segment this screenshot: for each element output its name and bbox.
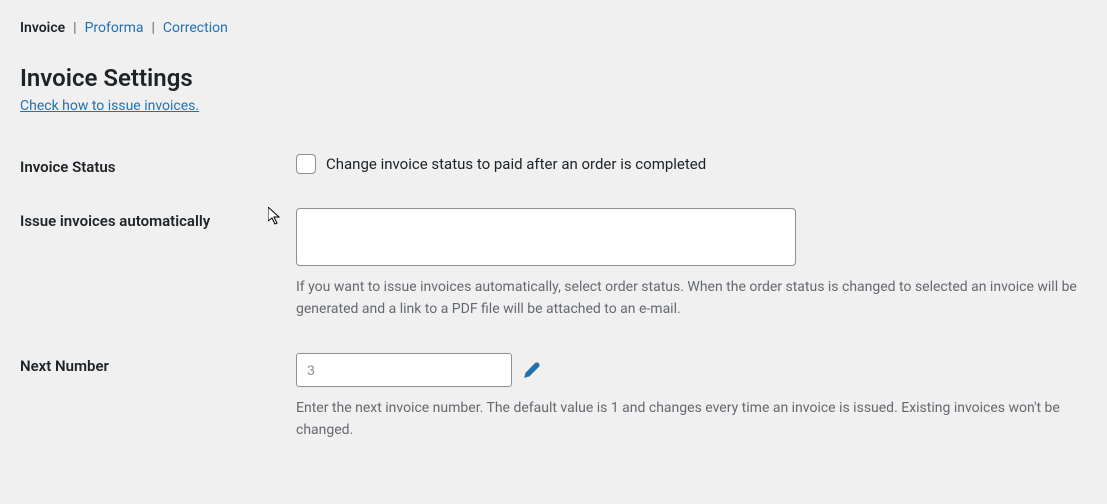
row-invoice-status: Invoice Status Change invoice status to … [20,154,1087,176]
help-link[interactable]: Check how to issue invoices. [20,98,199,114]
desc-issue-auto: If you want to issue invoices automatica… [296,276,1087,321]
field-invoice-status: Change invoice status to paid after an o… [296,154,1087,174]
input-next-number[interactable] [296,353,512,387]
tabs: Invoice | Proforma | Correction [20,20,1087,36]
label-next-number: Next Number [20,353,296,375]
checkbox-wrapper: Change invoice status to paid after an o… [296,154,1087,174]
row-issue-auto: Issue invoices automatically If you want… [20,208,1087,321]
field-next-number: Enter the next invoice number. The defau… [296,353,1087,442]
page-title: Invoice Settings [20,64,1087,92]
tab-proforma[interactable]: Proforma [85,20,144,36]
checkbox-label-invoice-status: Change invoice status to paid after an o… [326,155,706,173]
tab-correction[interactable]: Correction [163,20,228,36]
select-issue-auto[interactable] [296,208,796,266]
tab-separator: | [152,20,155,36]
tab-separator: | [73,20,76,36]
row-next-number: Next Number Enter the next invoice numbe… [20,353,1087,442]
field-issue-auto: If you want to issue invoices automatica… [296,208,1087,321]
label-invoice-status: Invoice Status [20,154,296,176]
desc-next-number: Enter the next invoice number. The defau… [296,397,1087,442]
tab-invoice[interactable]: Invoice [20,20,65,36]
pencil-icon[interactable] [524,362,540,378]
checkbox-invoice-status[interactable] [296,154,316,174]
number-row [296,353,1087,387]
label-issue-auto: Issue invoices automatically [20,208,296,230]
